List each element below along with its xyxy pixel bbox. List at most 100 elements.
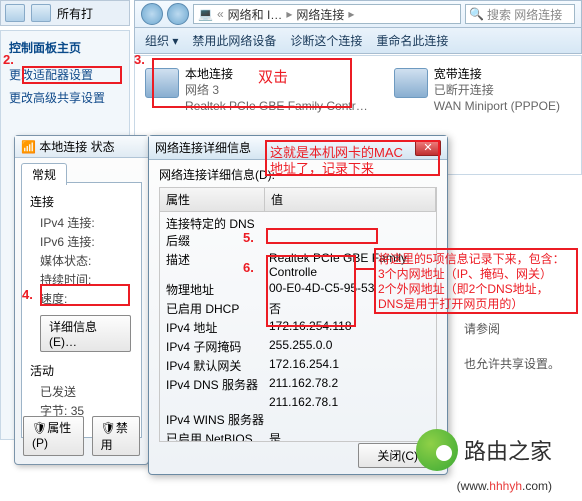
disable-button[interactable]: 🛡禁用	[92, 416, 140, 456]
lan-icon: 📶	[21, 140, 36, 154]
window-titlebar: 网络连接详细信息 ✕	[149, 136, 447, 160]
extra-text: 请参阅 也允许共享设置。	[464, 320, 574, 373]
toolbar-icon[interactable]	[5, 4, 25, 22]
table-body: 连接特定的 DNS 后缀描述Realtek PCIe GBE Family Co…	[160, 212, 436, 442]
cell-property	[160, 395, 265, 409]
lan-icon	[145, 68, 179, 98]
cell-value	[265, 411, 436, 428]
cell-property: 已启用 NetBIOS ove…	[160, 430, 265, 442]
crumb-sep: «	[217, 7, 224, 21]
table-row[interactable]: IPv4 DNS 服务器211.162.78.2	[160, 375, 436, 394]
row: IPv4 连接:	[30, 214, 133, 231]
row: 媒体状态:	[30, 252, 133, 269]
cell-value: 172.16.254.118	[265, 319, 436, 336]
crumb-item[interactable]: 网络连接	[296, 6, 344, 23]
cell-value: 是	[265, 430, 436, 442]
title-text: 网络连接详细信息	[155, 139, 251, 156]
crumb-sep: ▸	[286, 7, 292, 21]
explorer-address-bar: 💻 « 网络和 I… ▸ 网络连接 ▸ 🔍 搜索 网络连接	[134, 0, 582, 28]
logo-icon	[416, 429, 458, 471]
cell-property: 已启用 DHCP	[160, 300, 265, 317]
cell-property: IPv4 地址	[160, 319, 265, 336]
cell-property: IPv4 默认网关	[160, 357, 265, 374]
cmd-disable-device[interactable]: 禁用此网络设备	[192, 32, 276, 49]
conn-status: 已断开连接	[434, 82, 560, 98]
table-row[interactable]: IPv4 默认网关172.16.254.1	[160, 356, 436, 375]
cell-value: Realtek PCIe GBE Family Controlle	[265, 251, 436, 279]
row: 速度:	[30, 290, 133, 307]
connection-details-window: 网络连接详细信息 ✕ 网络连接详细信息(D): 属性 值 连接特定的 DNS 后…	[148, 135, 448, 475]
properties-button[interactable]: 🛡属性(P)	[23, 416, 84, 456]
cell-property: IPv4 子网掩码	[160, 338, 265, 355]
cell-value: 211.162.78.1	[265, 395, 436, 409]
nav-forward-button[interactable]	[167, 3, 189, 25]
table-row[interactable]: IPv4 WINS 服务器	[160, 410, 436, 429]
group-connection: 连接	[30, 193, 133, 210]
close-button[interactable]: ✕	[415, 140, 441, 156]
nav-back-button[interactable]	[141, 3, 163, 25]
connection-item-broadband[interactable]: 宽带连接 已断开连接 WAN Miniport (PPPOE)	[390, 62, 564, 119]
table-row[interactable]: IPv4 子网掩码255.255.0.0	[160, 337, 436, 356]
conn-network: 网络 3	[185, 82, 368, 98]
cell-value: 255.255.0.0	[265, 338, 436, 355]
table-row[interactable]: 描述Realtek PCIe GBE Family Controlle	[160, 250, 436, 280]
crumb-sep: ▸	[348, 7, 354, 21]
sidepane-item-adapter-settings[interactable]: 更改适配器设置	[9, 66, 121, 83]
shield-icon: 🛡	[32, 421, 47, 435]
row: IPv6 连接:	[30, 233, 133, 250]
cell-property: IPv4 DNS 服务器	[160, 376, 265, 393]
window-title: 📶 本地连接 状态	[15, 136, 148, 158]
search-input[interactable]: 🔍 搜索 网络连接	[465, 4, 575, 24]
tabs: 常规	[15, 158, 148, 182]
conn-name: 宽带连接	[434, 66, 560, 82]
table-row[interactable]: 物理地址00-E0-4D-C5-95-53	[160, 280, 436, 299]
table-row[interactable]: IPv4 地址172.16.254.118	[160, 318, 436, 337]
brand-logo: 路由之家	[416, 429, 552, 471]
table-header: 属性 值	[160, 188, 436, 212]
group-activity: 活动	[30, 362, 133, 379]
details-button[interactable]: 详细信息(E)…	[40, 315, 131, 352]
connection-item-lan[interactable]: 本地连接 网络 3 Realtek PCIe GBE Family Contr…	[141, 62, 372, 119]
details-label: 网络连接详细信息(D):	[149, 160, 447, 187]
cell-property: IPv4 WINS 服务器	[160, 411, 265, 428]
cell-property: 物理地址	[160, 281, 265, 298]
cell-property: 描述	[160, 251, 265, 279]
cell-value: 00-E0-4D-C5-95-53	[265, 281, 436, 298]
col-property: 属性	[160, 188, 265, 211]
sidepane-item-advanced-sharing[interactable]: 更改高级共享设置	[9, 89, 121, 106]
brand-url: (www.hhhyh.com)	[457, 477, 552, 495]
cell-value: 否	[265, 300, 436, 317]
conn-device: WAN Miniport (PPPOE)	[434, 98, 560, 114]
table-row[interactable]: 已启用 DHCP否	[160, 299, 436, 318]
row-sent: 已发送	[30, 383, 133, 400]
sidepane-header[interactable]: 控制面板主页	[9, 39, 121, 56]
cell-property: 连接特定的 DNS 后缀	[160, 215, 265, 249]
crumb-item[interactable]: 网络和 I…	[228, 6, 283, 23]
title-text: 本地连接 状态	[39, 138, 114, 155]
toolbar-text: 所有打	[57, 5, 93, 22]
brand-name: 路由之家	[464, 434, 552, 466]
lan-status-window: 📶 本地连接 状态 常规 连接 IPv4 连接: IPv6 连接: 媒体状态: …	[14, 135, 149, 465]
cell-value: 172.16.254.1	[265, 357, 436, 374]
status-body: 连接 IPv4 连接: IPv6 连接: 媒体状态: 持续时间: 速度: 详细信…	[21, 182, 142, 438]
cmd-diagnose[interactable]: 诊断这个连接	[290, 32, 362, 49]
tab-general[interactable]: 常规	[21, 163, 67, 185]
control-panel-toolbar: 所有打	[0, 0, 130, 26]
breadcrumb[interactable]: 💻 « 网络和 I… ▸ 网络连接 ▸	[193, 4, 461, 24]
conn-device: Realtek PCIe GBE Family Contr…	[185, 98, 368, 114]
crumb-icon: 💻	[198, 7, 213, 21]
conn-name: 本地连接	[185, 66, 368, 82]
details-table: 属性 值 连接特定的 DNS 后缀描述Realtek PCIe GBE Fami…	[159, 187, 437, 442]
table-row[interactable]: 连接特定的 DNS 后缀	[160, 214, 436, 250]
row: 持续时间:	[30, 271, 133, 288]
table-row[interactable]: 已启用 NetBIOS ove…是	[160, 429, 436, 442]
broadband-icon	[394, 68, 428, 98]
table-row[interactable]: 211.162.78.1	[160, 394, 436, 410]
col-value: 值	[265, 188, 436, 211]
cell-value: 211.162.78.2	[265, 376, 436, 393]
toolbar-icon[interactable]	[31, 4, 51, 22]
cell-value	[265, 215, 436, 249]
command-bar: 组织 ▾ 禁用此网络设备 诊断这个连接 重命名此连接	[134, 28, 582, 54]
cmd-rename[interactable]: 重命名此连接	[376, 32, 448, 49]
cmd-organize[interactable]: 组织 ▾	[145, 32, 178, 49]
